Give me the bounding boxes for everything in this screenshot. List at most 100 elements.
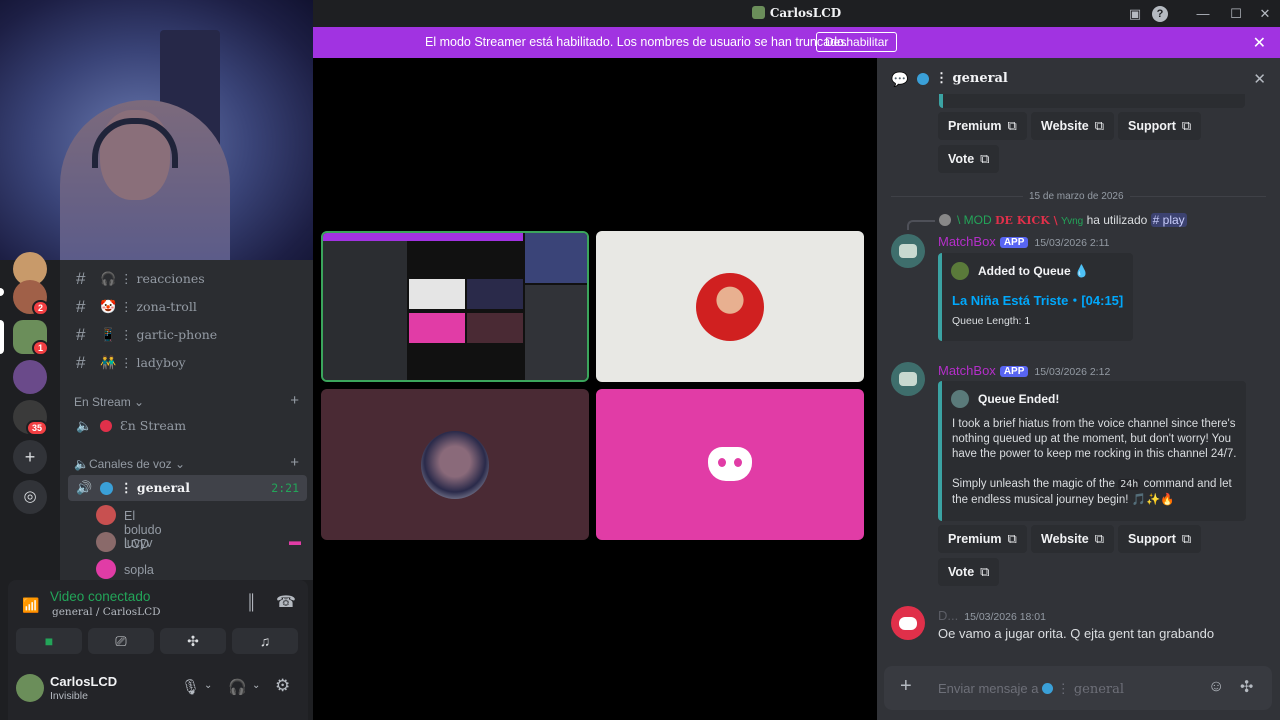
chat-panel: 💬 ⋮ general ✕ Premium ⧉ Website ⧉ Support ⧉… (877, 58, 1280, 720)
minimize-button[interactable]: — (1193, 4, 1213, 24)
chevron-down-icon[interactable]: ⌄ (204, 680, 212, 691)
phone-icon: 📱 (100, 327, 117, 342)
song-link[interactable]: La Niña Está Triste・[04:15] (952, 290, 1123, 309)
composer-placeholder: Enviar mensaje a ⋮ general (938, 681, 1125, 697)
help-icon[interactable]: ? (1152, 6, 1168, 22)
preview-webcam (525, 233, 587, 283)
message-header: D... 15/03/2026 18:01 (938, 608, 1046, 623)
external-link-icon: ⧉ (980, 151, 990, 166)
reply-line-content: \ MOD DE KICK \ Yvng ha utilizado # play (957, 213, 1187, 227)
category-en-stream[interactable]: En Stream ⌄ (74, 395, 144, 409)
embed-paragraph: Simply unleash the magic of the 24h comm… (952, 478, 1232, 506)
avatar (96, 559, 116, 579)
support-link-button[interactable]: Support ⧉ (1118, 525, 1202, 553)
active-pill (0, 320, 4, 354)
embed-tail (939, 94, 1245, 108)
preview-tile (409, 313, 465, 343)
camera-icon: ■ (44, 633, 54, 649)
external-link-icon: ⧉ (1181, 118, 1192, 133)
soundboard-button[interactable]: ♫ (232, 628, 298, 654)
channel-reacciones[interactable]: # 🎧 ⋮ reacciones (68, 266, 307, 292)
chevron-down-icon[interactable]: ⌄ (252, 680, 260, 691)
avatar (96, 505, 116, 525)
vote-link-button[interactable]: Vote ⧉ (938, 558, 1000, 586)
screen-share-button[interactable]: ⎚ (88, 628, 154, 654)
maximize-button[interactable]: ☐ (1226, 4, 1246, 24)
mention-badge: 2 (32, 300, 50, 316)
bot-avatar[interactable] (891, 234, 925, 268)
website-link-button[interactable]: Website ⧉ (1031, 525, 1114, 553)
video-tile-user[interactable] (321, 389, 589, 540)
queue-embed: Added to Queue 💧 La Niña Está Triste・[04… (938, 253, 1133, 341)
user-avatar[interactable] (891, 606, 925, 640)
apps-icon[interactable]: ✣ (1240, 677, 1253, 697)
headphones-icon: 🎧 (100, 271, 117, 286)
screen-share-tile[interactable] (321, 231, 589, 382)
command-mention[interactable]: # play (1150, 213, 1187, 227)
message-composer[interactable]: + Enviar mensaje a ⋮ general ☺ ✣ (884, 666, 1272, 710)
call-timer: 2:21 (271, 481, 299, 495)
disable-streamer-button[interactable]: Deshabilitar (816, 32, 898, 52)
title-bar: CarlosLCD ▣ ? — ☐ ✕ (313, 0, 1280, 27)
people-icon: 👬 (100, 355, 117, 370)
add-channel-icon[interactable]: + (290, 392, 299, 409)
user-avatar[interactable] (16, 674, 44, 702)
video-tile-user[interactable] (596, 389, 864, 540)
bot-avatar[interactable] (891, 362, 925, 396)
premium-link-button[interactable]: Premium ⧉ (938, 525, 1027, 553)
banner-message: El modo Streamer está habilitado. Los no… (425, 35, 848, 49)
explore-icon[interactable]: ◎ (13, 480, 47, 514)
chat-channel-name: ⋮ general (935, 71, 1008, 86)
disconnect-icon[interactable]: ☎ (276, 592, 296, 612)
add-voice-channel-icon[interactable]: + (290, 454, 299, 471)
settings-gear-icon[interactable]: ⚙ (275, 676, 290, 696)
discord-logo-icon (708, 447, 752, 481)
participant-avatar (696, 273, 764, 341)
preview-chat (525, 285, 587, 380)
video-tile-user[interactable] (596, 231, 864, 382)
channel-zona-troll[interactable]: # 🤡 ⋮ zona-troll (68, 294, 307, 320)
camera-button[interactable]: ■ (16, 628, 82, 654)
vote-link-button[interactable]: Vote ⧉ (938, 145, 1000, 173)
signal-icon: 📶 (22, 597, 40, 613)
voice-user[interactable]: luvyv ▬ (96, 532, 301, 554)
soundboard-icon: ♫ (259, 633, 271, 649)
noise-suppression-icon[interactable]: ║ (246, 594, 257, 611)
speaker-active-icon: 🔊 (76, 480, 93, 495)
external-link-icon: ⧉ (1094, 531, 1104, 546)
reply-line (907, 220, 935, 230)
premium-link-button[interactable]: Premium ⧉ (938, 112, 1027, 140)
server-icon[interactable] (13, 360, 47, 394)
user-status: Invisible (50, 690, 88, 702)
support-link-button[interactable]: Support ⧉ (1118, 112, 1202, 140)
mention-badge: 1 (32, 340, 50, 356)
emoji-picker-icon[interactable]: ☺ (1208, 678, 1224, 696)
channel-ladyboy[interactable]: # 👬 ⋮ ladyboy (68, 350, 307, 376)
category-canales-de-voz[interactable]: 🔈Canales de voz ⌄ (74, 457, 185, 471)
voice-channel-general[interactable]: 🔊 ⋮ general 2:21 (68, 475, 307, 501)
activities-button[interactable]: ✣ (160, 628, 226, 654)
inbox-icon[interactable]: ▣ (1125, 4, 1145, 24)
text-channel-icon: # (76, 297, 86, 316)
embed-author-icon (951, 262, 969, 280)
add-server-icon[interactable]: + (13, 440, 47, 474)
add-attachment-icon[interactable]: + (900, 675, 912, 698)
activity-icon: ▬ (289, 534, 301, 548)
embed-title: Added to Queue 💧 (978, 264, 1089, 278)
headphones-icon[interactable]: 🎧 (228, 678, 247, 696)
microphone-icon[interactable]: 🎙 (181, 678, 200, 696)
message-header: MatchBox APP 15/03/2026 2:11 (938, 234, 1110, 249)
channel-gartic-phone[interactable]: # 📱 ⋮ gartic-phone (68, 322, 307, 348)
close-chat-icon[interactable]: ✕ (1253, 70, 1266, 88)
voice-connection-panel: 📶 Video conectado general / CarlosLCD ║ … (8, 580, 308, 658)
website-link-button[interactable]: Website ⧉ (1031, 112, 1114, 140)
server-list: 2 1 35 + ◎ (0, 252, 60, 590)
close-banner-icon[interactable]: ✕ (1253, 33, 1266, 53)
queue-length: Queue Length: 1 (952, 315, 1031, 327)
voice-location[interactable]: general / CarlosLCD (52, 606, 161, 618)
channel-en-stream[interactable]: 🔈 Ɛn Stream (68, 413, 307, 439)
avatar (96, 532, 116, 552)
close-window-button[interactable]: ✕ (1255, 4, 1275, 24)
date-divider: 15 de marzo de 2026 (1023, 191, 1130, 202)
external-link-icon: ⧉ (1007, 118, 1017, 133)
